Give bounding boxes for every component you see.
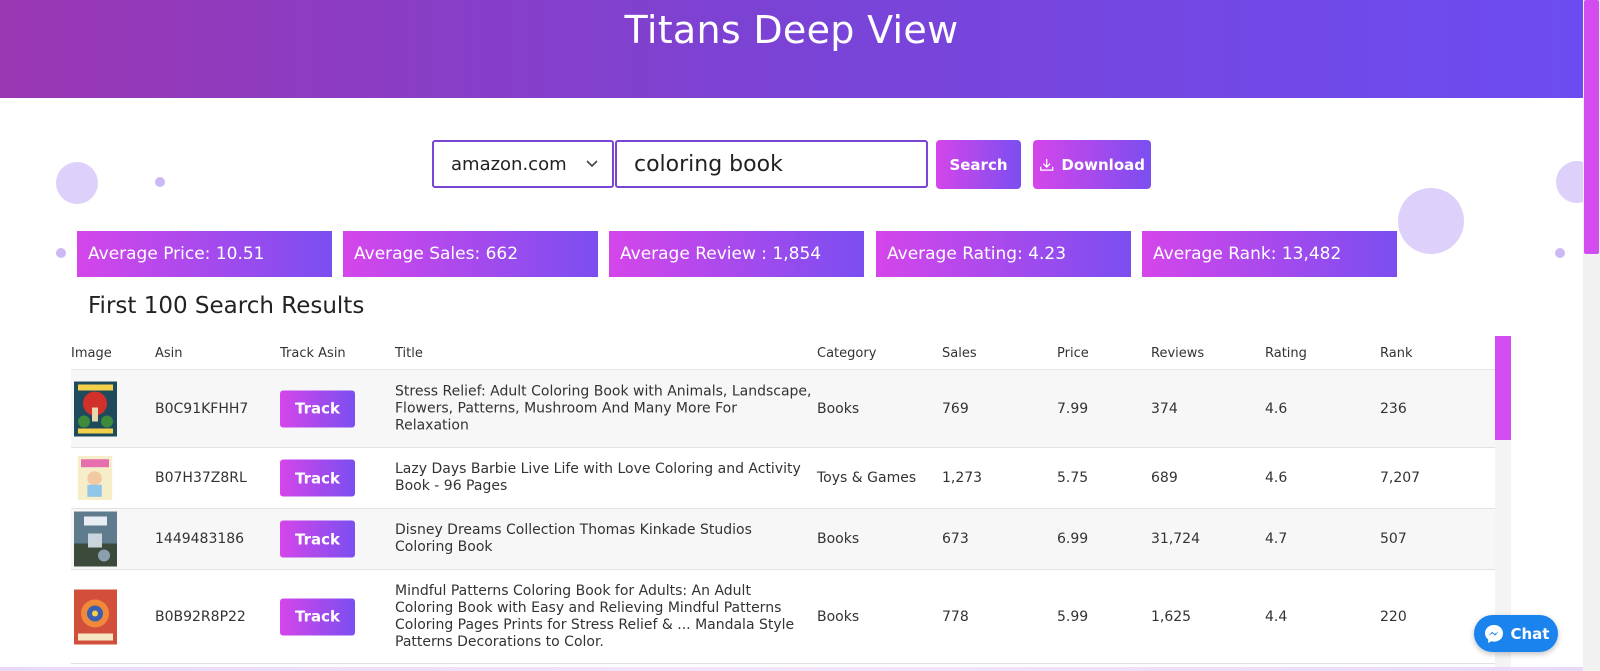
stat-average-rank: Average Rank: 13,482 bbox=[1142, 231, 1397, 277]
rank-cell: 7,207 bbox=[1380, 470, 1421, 486]
rating-cell: 4.4 bbox=[1265, 608, 1288, 625]
title-cell: Disney Dreams Collection Thomas Kinkade … bbox=[395, 522, 752, 555]
product-thumbnail[interactable] bbox=[74, 589, 117, 644]
title-cell: Lazy Days Barbie Live Life with Love Col… bbox=[395, 461, 801, 494]
product-thumbnail[interactable] bbox=[74, 511, 117, 567]
results-title: First 100 Search Results bbox=[88, 293, 365, 319]
reviews-cell: 1,625 bbox=[1151, 608, 1192, 625]
track-button[interactable]: Track bbox=[280, 459, 355, 497]
rank-cell: 236 bbox=[1380, 400, 1407, 417]
track-button[interactable]: Track bbox=[280, 598, 355, 635]
table-row: 1449483186 Track Disney Dreams Collectio… bbox=[71, 509, 1495, 570]
chat-label: Chat bbox=[1510, 624, 1550, 643]
page-scrollbar-thumb[interactable] bbox=[1584, 0, 1599, 254]
rank-cell: 220 bbox=[1380, 608, 1407, 625]
column-header-image: Image bbox=[71, 346, 112, 361]
marketplace-value: amazon.com bbox=[451, 153, 567, 175]
decor-circle bbox=[155, 177, 165, 187]
decor-circle bbox=[1555, 248, 1565, 258]
download-icon bbox=[1040, 158, 1054, 171]
table-scrollbar-thumb[interactable] bbox=[1495, 336, 1511, 440]
table-row: B07H37Z8RL Track Lazy Days Barbie Live L… bbox=[71, 448, 1495, 509]
messenger-icon bbox=[1484, 624, 1503, 643]
column-header-title: Title bbox=[395, 346, 423, 361]
rating-cell: 4.6 bbox=[1265, 470, 1288, 486]
reviews-cell: 31,724 bbox=[1151, 531, 1200, 547]
sales-cell: 673 bbox=[942, 531, 969, 547]
rank-cell: 507 bbox=[1380, 531, 1407, 547]
price-cell: 7.99 bbox=[1057, 400, 1089, 417]
reviews-cell: 689 bbox=[1151, 470, 1178, 486]
column-header-rank: Rank bbox=[1380, 346, 1413, 361]
decor-circle bbox=[56, 248, 66, 258]
marketplace-select[interactable]: amazon.com bbox=[432, 140, 614, 188]
stat-average-sales: Average Sales: 662 bbox=[343, 231, 598, 277]
category-cell: Books bbox=[817, 531, 860, 547]
rating-cell: 4.7 bbox=[1265, 531, 1288, 547]
column-header-rating: Rating bbox=[1265, 346, 1307, 361]
decor-circle bbox=[1398, 188, 1464, 254]
table-header: Image Asin Track Asin Title Category Sal… bbox=[71, 335, 1495, 370]
chevron-down-icon bbox=[586, 160, 598, 168]
table-row: B0C91KFHH7 Track Stress Relief: Adult Co… bbox=[71, 370, 1495, 448]
table-row: B0B92R8P22 Track Mindful Patterns Colori… bbox=[71, 570, 1495, 664]
asin-cell: B0B92R8P22 bbox=[155, 608, 246, 625]
asin-cell: 1449483186 bbox=[155, 531, 245, 547]
download-button[interactable]: Download bbox=[1033, 140, 1151, 189]
track-button[interactable]: Track bbox=[280, 520, 355, 558]
asin-cell: B07H37Z8RL bbox=[155, 470, 247, 486]
decor-circle bbox=[56, 162, 98, 204]
header-banner: Titans Deep View bbox=[0, 0, 1600, 98]
rating-cell: 4.6 bbox=[1265, 400, 1288, 417]
column-header-track-asin: Track Asin bbox=[280, 346, 346, 361]
search-button[interactable]: Search bbox=[936, 140, 1021, 189]
track-button[interactable]: Track bbox=[280, 390, 355, 427]
stat-average-rating: Average Rating: 4.23 bbox=[876, 231, 1131, 277]
title-cell: Mindful Patterns Coloring Book for Adult… bbox=[395, 582, 795, 650]
reviews-cell: 374 bbox=[1151, 400, 1178, 417]
column-header-category: Category bbox=[817, 346, 877, 361]
page-title: Titans Deep View bbox=[624, 8, 959, 52]
sales-cell: 1,273 bbox=[942, 470, 983, 486]
stat-average-review: Average Review : 1,854 bbox=[609, 231, 864, 277]
sales-cell: 769 bbox=[942, 400, 969, 417]
download-label: Download bbox=[1061, 155, 1145, 174]
price-cell: 5.75 bbox=[1057, 470, 1089, 486]
column-header-reviews: Reviews bbox=[1151, 346, 1205, 361]
title-cell: Stress Relief: Adult Coloring Book with … bbox=[395, 383, 812, 433]
search-input[interactable] bbox=[615, 140, 928, 188]
category-cell: Books bbox=[817, 608, 860, 625]
chat-button[interactable]: Chat bbox=[1474, 615, 1558, 652]
price-cell: 5.99 bbox=[1057, 608, 1089, 625]
price-cell: 6.99 bbox=[1057, 531, 1089, 547]
column-header-sales: Sales bbox=[942, 346, 977, 361]
column-header-price: Price bbox=[1057, 346, 1089, 361]
stat-average-price: Average Price: 10.51 bbox=[77, 231, 332, 277]
column-header-asin: Asin bbox=[155, 346, 183, 361]
bottom-edge bbox=[0, 667, 1583, 671]
product-thumbnail[interactable] bbox=[74, 381, 117, 436]
product-thumbnail[interactable] bbox=[77, 456, 113, 500]
category-cell: Books bbox=[817, 400, 860, 417]
sales-cell: 778 bbox=[942, 608, 969, 625]
asin-cell: B0C91KFHH7 bbox=[155, 400, 249, 417]
category-cell: Toys & Games bbox=[817, 470, 917, 486]
